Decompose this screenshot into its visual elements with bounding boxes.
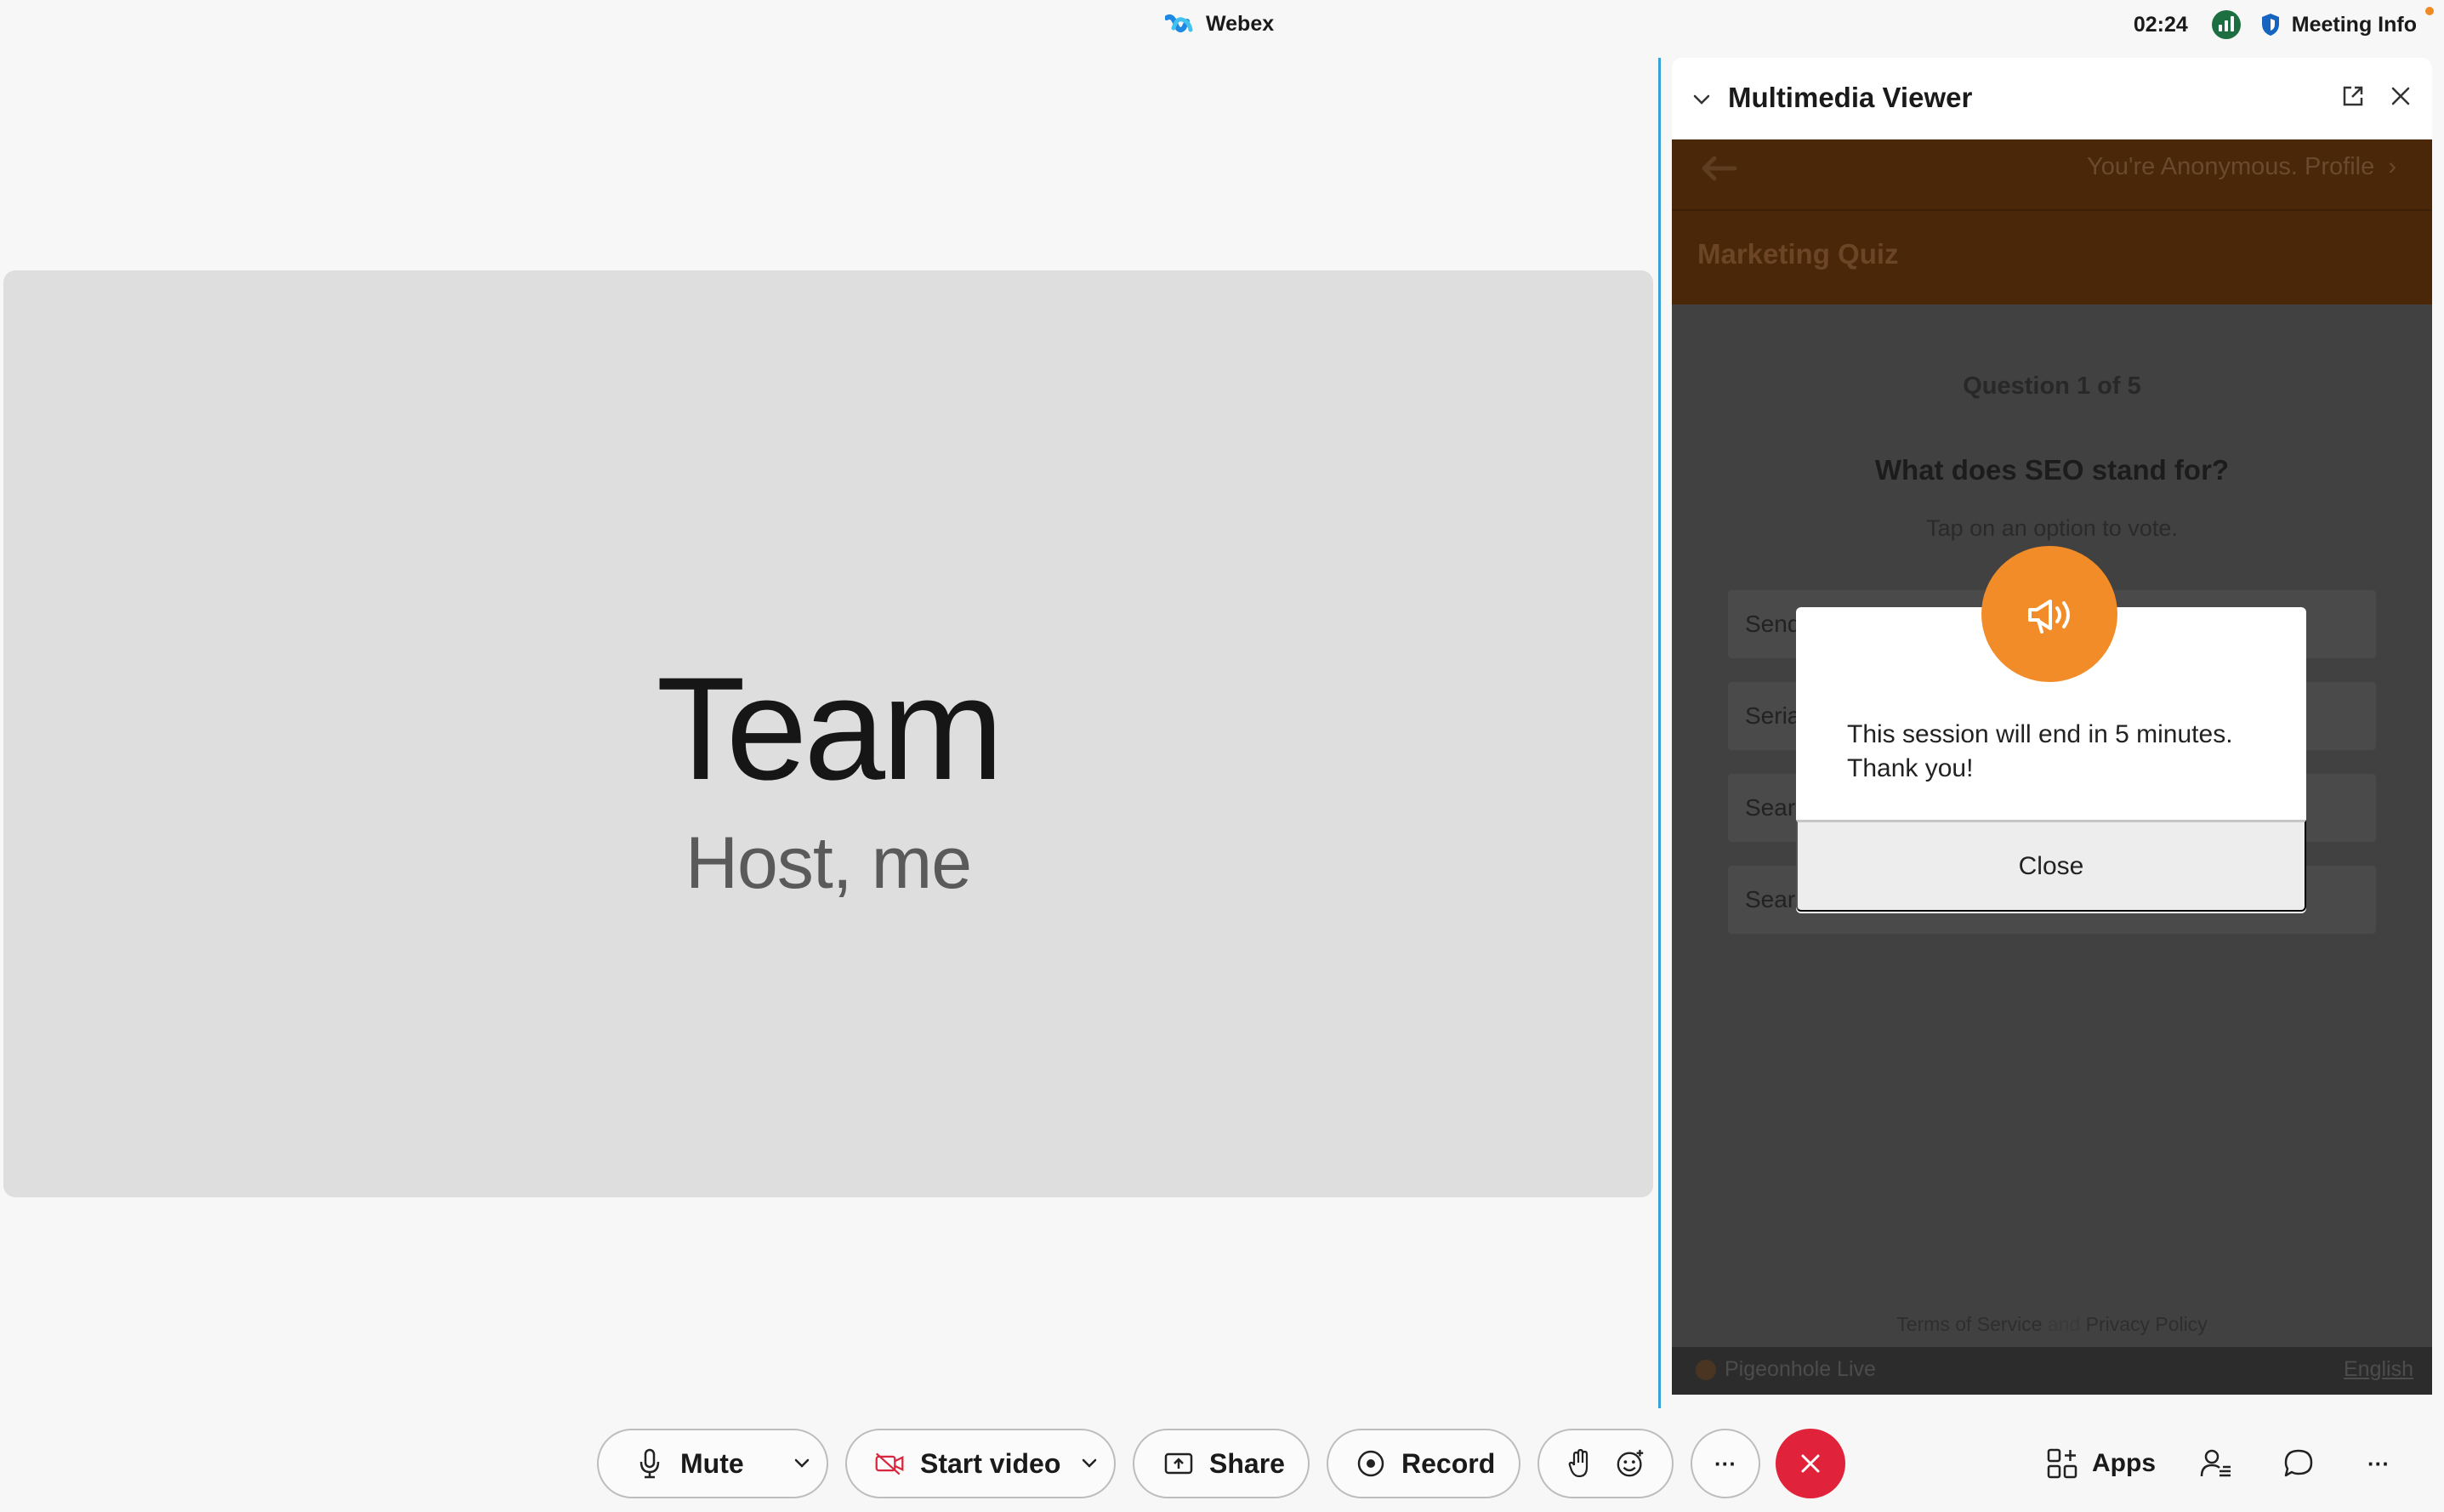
shield-icon — [2261, 14, 2279, 36]
quiz-title: Marketing Quiz — [1697, 238, 1899, 270]
mute-button[interactable]: Mute — [597, 1429, 828, 1498]
meeting-clock: 02:24 — [2133, 12, 2188, 37]
participant-name: Team — [656, 647, 1004, 810]
start-video-label: Start video — [920, 1447, 1061, 1479]
start-video-button[interactable]: Start video — [845, 1429, 1116, 1498]
record-label: Record — [1401, 1447, 1496, 1479]
header-divider — [1672, 209, 2432, 211]
video-options-chevron-icon[interactable] — [1078, 1452, 1100, 1475]
mute-options-chevron-icon[interactable] — [791, 1452, 813, 1475]
question-counter: Question 1 of 5 — [1963, 372, 2141, 400]
share-label: Share — [1209, 1447, 1285, 1479]
close-icon[interactable] — [2388, 83, 2413, 109]
apps-grid-icon — [2047, 1448, 2077, 1479]
viewer-header: You're Anonymous. Profile › Marketing Qu… — [1672, 139, 2432, 304]
vote-hint: Tap on an option to vote. — [1926, 515, 2178, 541]
chevron-right-icon: › — [2381, 153, 2396, 180]
apps-button[interactable]: Apps — [2046, 1441, 2156, 1486]
video-stage: Team Host, me — [3, 270, 1653, 1197]
chevron-down-icon[interactable] — [1691, 88, 1713, 111]
share-button[interactable]: Share — [1133, 1429, 1310, 1498]
multimedia-viewer-panel: Multimedia Viewer You're Anonymous. Prof… — [1672, 58, 2432, 1395]
app-name: Webex — [1206, 12, 1275, 36]
notification-dot — [2425, 7, 2434, 15]
more-options-icon: ··· — [1714, 1450, 1736, 1476]
meeting-info-button[interactable]: Meeting Info — [2259, 7, 2434, 37]
megaphone-icon — [1981, 546, 2117, 682]
back-arrow-icon[interactable] — [1697, 151, 1740, 185]
panel-resize-handle[interactable] — [1658, 58, 1661, 1408]
brand: Pigeonhole Live — [1696, 1357, 1876, 1382]
reactions-group — [1537, 1429, 1674, 1498]
session-end-dialog: This session will end in 5 minutes. Than… — [1796, 546, 2306, 913]
ellipsis-icon: ··· — [2367, 1450, 2390, 1476]
dialog-message: This session will end in 5 minutes. Than… — [1847, 720, 2233, 782]
panel-header: Multimedia Viewer — [1672, 58, 2432, 139]
more-options-button[interactable]: ··· — [1691, 1429, 1760, 1498]
chat-button[interactable] — [2282, 1441, 2315, 1486]
apps-label: Apps — [2092, 1449, 2156, 1477]
profile-link-label: You're Anonymous. Profile — [2087, 153, 2375, 180]
title-bar: Webex 02:24 Meeting Info — [0, 0, 2444, 53]
viewer-footer: Pigeonhole Live English — [1672, 1347, 2432, 1395]
chat-bubble-icon — [2284, 1449, 2313, 1477]
reactions-icon[interactable] — [1616, 1448, 1646, 1479]
network-signal-icon[interactable] — [2211, 10, 2241, 39]
microphone-icon — [634, 1448, 665, 1479]
question-text: What does SEO stand for? — [1874, 454, 2230, 486]
privacy-link[interactable]: Privacy Policy — [2086, 1313, 2208, 1335]
meeting-controls: Mute Start video Share Record ··· Apps ·… — [0, 1429, 2444, 1502]
dialog-close-button[interactable]: Close — [1796, 820, 2306, 912]
app-title: Webex — [1165, 12, 1274, 37]
language-selector[interactable]: English — [2344, 1357, 2413, 1382]
terms-link[interactable]: Terms of Service — [1896, 1313, 2042, 1335]
leave-meeting-button[interactable] — [1776, 1429, 1845, 1498]
participant-role: Host, me — [685, 822, 972, 904]
record-button[interactable]: Record — [1327, 1429, 1520, 1498]
participants-button[interactable] — [2199, 1441, 2233, 1486]
pigeonhole-viewer: You're Anonymous. Profile › Marketing Qu… — [1672, 139, 2432, 1395]
record-icon — [1356, 1448, 1386, 1479]
video-off-icon — [874, 1448, 905, 1479]
profile-link[interactable]: You're Anonymous. Profile › — [2087, 153, 2396, 181]
participants-icon — [2200, 1449, 2231, 1477]
top-right-status: 02:24 Meeting Info — [2133, 7, 2434, 39]
footer-links: Terms of Service and Privacy Policy — [1672, 1313, 2432, 1336]
brand-name: Pigeonhole Live — [1725, 1357, 1876, 1381]
meeting-info-label: Meeting Info — [2291, 12, 2417, 37]
webex-logo-icon — [1165, 14, 1193, 32]
footer-and: and — [2047, 1313, 2081, 1335]
panel-title: Multimedia Viewer — [1728, 82, 1973, 113]
popout-icon[interactable] — [2340, 83, 2366, 109]
panel-more-button[interactable]: ··· — [2367, 1441, 2390, 1486]
close-icon — [1801, 1454, 1820, 1473]
raise-hand-icon[interactable] — [1565, 1448, 1595, 1479]
pigeonhole-logo-icon — [1696, 1359, 1716, 1380]
share-screen-icon — [1163, 1448, 1194, 1479]
mute-label: Mute — [680, 1447, 744, 1479]
